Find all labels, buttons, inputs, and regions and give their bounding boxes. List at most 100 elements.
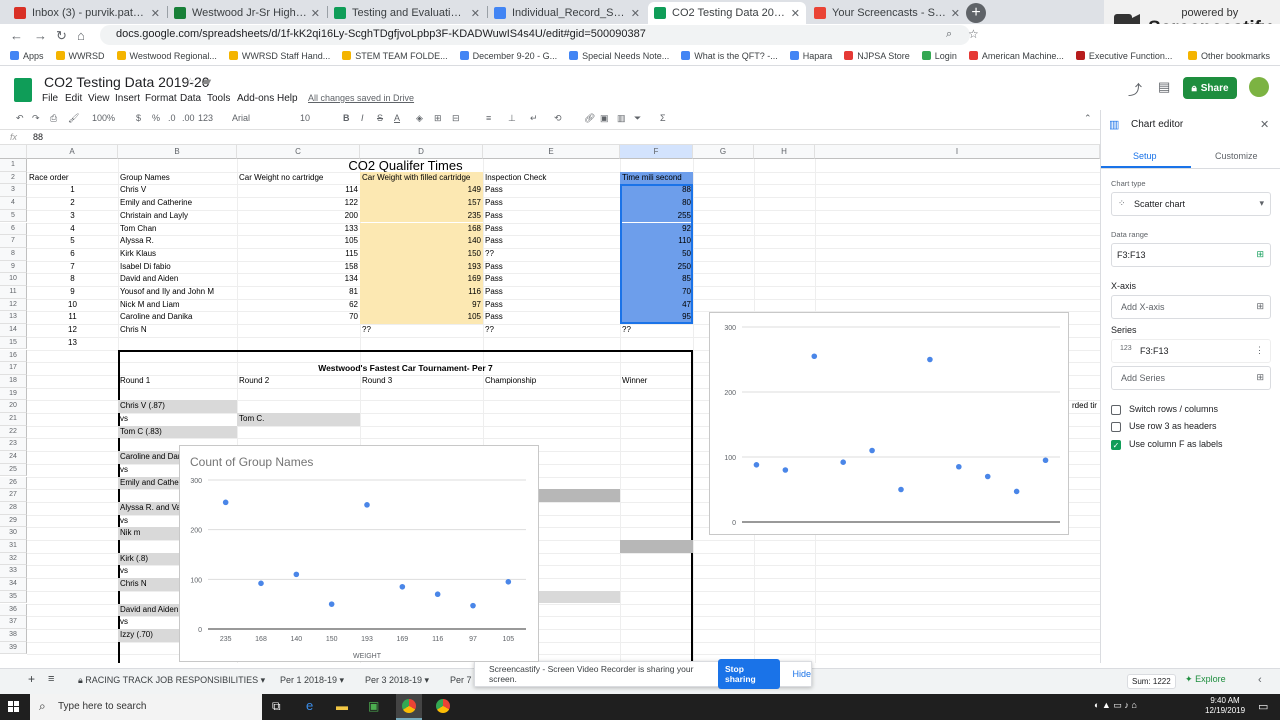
font-size-select[interactable]: 10 [300,113,310,123]
font-select[interactable]: Arial [232,113,250,123]
menu-format[interactable]: Format [145,93,177,104]
row-header[interactable]: 21 [0,413,27,426]
sheets-logo-icon[interactable] [14,78,32,102]
browser-tab[interactable]: Inbox (3) - purvik.patel@wwrsd.o ✕ [8,2,166,24]
data-cell[interactable]: 62 [237,299,360,312]
tab-setup[interactable]: Setup [1133,151,1157,161]
bookmark-item[interactable]: STEM TEAM FOLDE... [342,51,448,61]
data-cell[interactable]: 150 [360,247,483,261]
italic-icon[interactable]: I [361,113,364,123]
row-header[interactable]: 8 [0,247,27,261]
data-cell[interactable]: 4 [27,223,118,236]
data-cell[interactable]: 134 [237,273,360,286]
valign-icon[interactable]: ⊥ [508,113,516,124]
row-header[interactable]: 18 [0,374,27,388]
close-icon[interactable]: ✕ [1260,118,1269,131]
browser-tab[interactable]: Testing and Evaluating- Race We ✕ [328,2,486,24]
activity-icon[interactable]: ⤴ [1128,80,1142,100]
more-formats-icon[interactable]: 123 [198,113,213,123]
header-cell[interactable]: Race order [27,172,118,185]
data-cell[interactable]: Tom Chan [118,223,237,236]
column-header[interactable]: G [693,145,754,159]
menu-insert[interactable]: Insert [115,93,140,104]
row-header[interactable]: 16 [0,349,27,363]
row-header[interactable]: 14 [0,324,27,337]
data-cell[interactable]: 12 [27,324,118,337]
more-vert-icon[interactable]: ⋮ [1255,345,1264,356]
bracket-shade[interactable] [620,540,693,553]
row-header[interactable]: 28 [0,501,27,515]
share-button[interactable]: 🔒︎ Share [1183,77,1237,99]
close-icon[interactable]: ✕ [471,7,480,20]
collapse-icon[interactable]: ⌃ [1084,113,1092,124]
windows-start-icon[interactable] [8,701,20,713]
comments-icon[interactable]: ▤ [1158,79,1170,95]
data-cell[interactable] [118,337,237,350]
bookmark-item[interactable]: WWRSD Staff Hand... [228,51,330,61]
column-header[interactable]: D [360,145,483,159]
file-explorer-icon[interactable]: ▬ [336,699,348,713]
data-cell[interactable] [483,337,620,350]
data-cell[interactable]: Kirk Klaus [118,248,237,261]
round-header[interactable]: Championship [483,375,620,388]
filter-icon[interactable]: ⏷ [634,113,641,124]
data-cell[interactable]: 114 [237,184,360,197]
data-cell[interactable]: 133 [237,223,360,236]
clock[interactable]: 9:40 AM 12/19/2019 [1205,696,1245,716]
column-header[interactable]: B [118,145,237,159]
data-cell[interactable]: 193 [360,260,483,274]
row-header[interactable]: 35 [0,590,27,604]
close-icon[interactable]: ✕ [151,7,160,20]
data-cell[interactable]: ?? [620,324,693,337]
round-header[interactable]: Round 2 [237,375,360,388]
data-cell[interactable]: Pass [483,184,620,197]
data-cell[interactable]: ?? [483,324,620,337]
data-cell[interactable]: Christain and Layly [118,210,237,223]
sheet-tab[interactable]: Per 1 2018-19 ▾ [280,675,344,686]
data-cell[interactable]: 97 [360,298,483,312]
data-cell[interactable]: Chris N [118,324,237,337]
corner-cell[interactable] [0,145,27,159]
row-header[interactable]: 6 [0,222,27,236]
data-cell[interactable]: Pass [483,273,620,286]
close-icon[interactable]: ✕ [631,7,640,20]
column-header[interactable]: F [620,145,693,159]
data-cell[interactable]: ?? [483,248,620,261]
header-cell[interactable]: Group Names [118,172,237,185]
data-cell[interactable]: 1 [27,184,118,197]
scatter-chart-right[interactable]: 0 100 200 300 [709,312,1069,535]
sheet-tab[interactable]: Per 3 2018-19 ▾ [365,675,429,686]
data-cell[interactable]: 105 [237,235,360,248]
chrome-taskbar-item-2[interactable] [430,694,456,720]
data-cell[interactable]: 81 [237,286,360,299]
data-cell[interactable]: 6 [27,248,118,261]
data-cell[interactable]: 149 [360,184,483,198]
column-header[interactable]: C [237,145,360,159]
side-panel-icon[interactable]: ‹ [1258,674,1262,686]
header-cell[interactable]: Car Weight with filled cartridge [360,171,483,185]
data-range-input[interactable]: F3:F13 ⊞ [1111,243,1271,267]
new-tab-button[interactable]: + [966,3,986,23]
data-cell[interactable]: 157 [360,197,483,210]
tab-customize[interactable]: Customize [1215,151,1258,161]
text-color-icon[interactable]: A [394,113,400,123]
store-icon[interactable]: ▣ [368,699,379,713]
data-cell[interactable]: 140 [360,235,483,248]
data-cell[interactable]: 70 [237,311,360,324]
zoom-select[interactable]: 100% [92,113,115,123]
currency-icon[interactable]: $ [136,113,141,123]
bookmark-star-icon[interactable]: ☆ [968,27,979,41]
bookmark-item[interactable]: December 9-20 - G... [459,51,557,61]
row-header[interactable]: 10 [0,273,27,286]
bookmark-item[interactable]: What is the QFT? -... [681,51,778,61]
bold-icon[interactable]: B [343,113,350,123]
close-icon[interactable]: ✕ [311,7,320,20]
bookmark-item[interactable]: Hapara [789,51,832,61]
row-header[interactable]: 17 [0,362,27,375]
row-header[interactable]: 13 [0,311,27,325]
data-cell[interactable]: Pass [483,311,620,324]
save-status[interactable]: All changes saved in Drive [308,93,414,103]
data-cell[interactable]: 3 [27,210,118,223]
reload-icon[interactable]: ↻ [56,28,67,44]
row-header[interactable]: 33 [0,565,27,579]
